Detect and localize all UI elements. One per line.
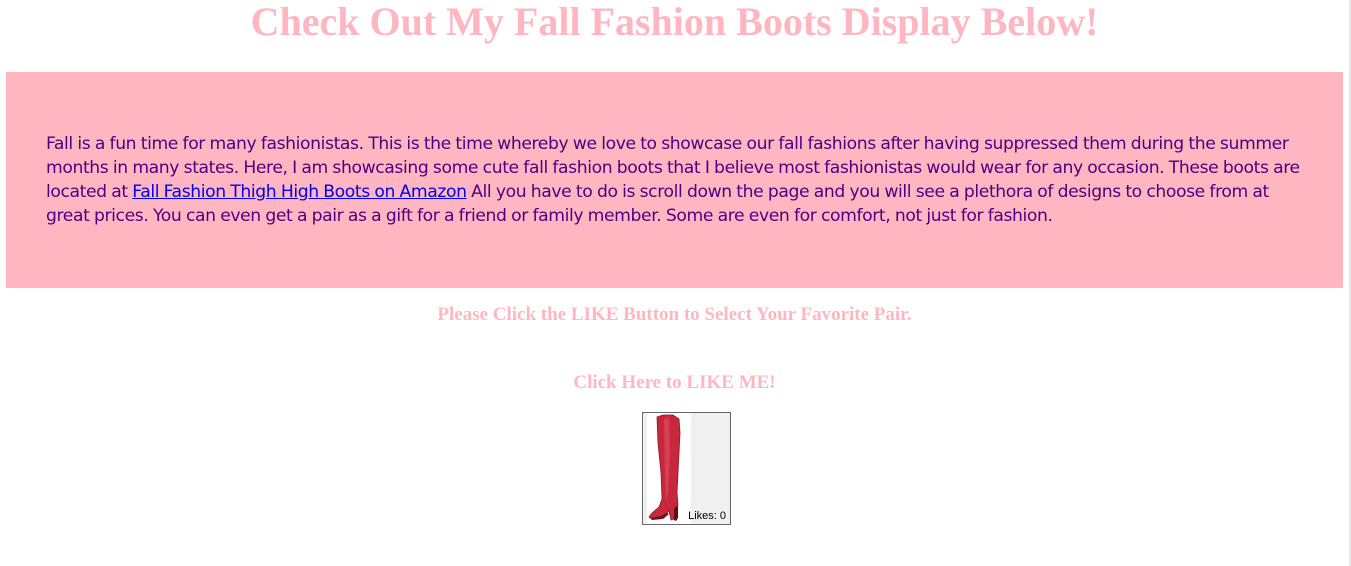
page-title: Check Out My Fall Fashion Boots Display … <box>250 0 1099 44</box>
like-call-to-action: Click Here to LIKE ME! <box>573 372 776 393</box>
intro-panel: Fall is a fun time for many fashionistas… <box>6 72 1343 288</box>
like-instructions-heading: Please Click the LIKE Button to Select Y… <box>437 304 912 325</box>
red-thigh-high-boot-image <box>647 413 691 524</box>
amazon-boots-link[interactable]: Fall Fashion Thigh High Boots on Amazon <box>132 182 467 202</box>
intro-paragraph: Fall is a fun time for many fashionistas… <box>46 132 1303 228</box>
like-button[interactable]: Likes: 0 <box>642 412 731 525</box>
likes-count: Likes: 0 <box>688 510 726 522</box>
